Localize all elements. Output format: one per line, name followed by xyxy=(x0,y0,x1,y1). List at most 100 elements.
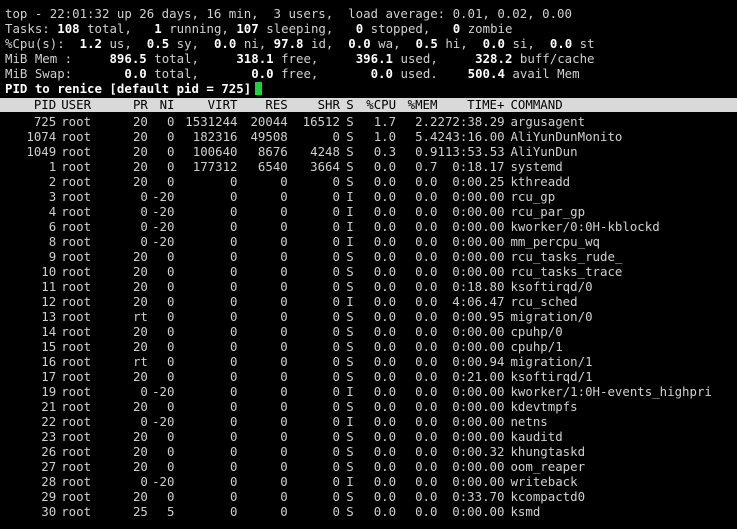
process-command: systemd xyxy=(510,159,563,174)
process-pid: 9 xyxy=(48,249,57,264)
tasks-total-label: total, xyxy=(87,21,132,36)
process-table-header: PID USER PR NI VIRT RES SHR S %CPU %MEM … xyxy=(0,98,737,112)
col-virt[interactable]: VIRT xyxy=(174,98,238,112)
mem-free: 318.1 xyxy=(236,51,274,66)
col-state[interactable]: S xyxy=(340,98,353,112)
col-cpu[interactable]: %CPU xyxy=(354,98,396,112)
process-row[interactable]: 1049 root 20 0 100640 8676 4248 S 0.3 0.9 113:53.5… xyxy=(5,144,737,159)
process-row[interactable]: 725 root 20 0 1531244 20044 16512 S 1.7 2.2 272:38… xyxy=(5,114,737,129)
process-cpu: 0.0 xyxy=(373,174,397,189)
process-pid: 1074 xyxy=(26,129,57,144)
process-row[interactable]: 4 root 0 -20 0 0 0 I 0.0 0.0 0:00.00 rcu_par_gp xyxy=(5,204,737,219)
process-shr: 0 xyxy=(332,189,340,204)
process-user: root xyxy=(61,504,92,519)
process-shr: 0 xyxy=(332,504,340,519)
process-time: 0:00.00 xyxy=(452,204,505,219)
process-row[interactable]: 12 root 20 0 0 0 0 I 0.0 0.0 4:06.47 rcu_sched xyxy=(5,294,737,309)
process-pid: 27 xyxy=(41,459,57,474)
process-row[interactable]: 8 root 0 -20 0 0 0 I 0.0 0.0 0:00.00 mm_percpu_wq xyxy=(5,234,737,249)
process-row[interactable]: 17 root 20 0 0 0 0 S 0.0 0.0 0:21.00 ksoftirqd/1 xyxy=(5,369,737,384)
col-shr[interactable]: SHR xyxy=(288,98,340,112)
process-ni: 0 xyxy=(167,264,175,279)
process-row[interactable]: 30 root 25 5 0 0 0 S 0.0 0.0 0:00.00 ksmd xyxy=(5,504,737,519)
swap-avail: 500.4 xyxy=(467,66,505,81)
process-row[interactable]: 10 root 20 0 0 0 0 S 0.0 0.0 0:00.00 rcu_tasks_trac… xyxy=(5,264,737,279)
process-virt: 1531244 xyxy=(185,114,238,129)
mem-used-label: used, xyxy=(400,51,438,66)
process-row[interactable]: 1 root 20 0 177312 6540 3664 S 0.0 0.7 0:18.17 syst… xyxy=(5,159,737,174)
col-mem[interactable]: %MEM xyxy=(396,98,438,112)
process-mem: 0.0 xyxy=(415,294,438,309)
process-mem: 0.0 xyxy=(415,249,438,264)
process-s: S xyxy=(346,129,354,144)
process-user: root xyxy=(61,414,92,429)
renice-prompt[interactable]: PID to renice [default pid = 725] xyxy=(5,81,737,96)
cpu-label: %Cpu(s): xyxy=(5,36,65,51)
terminal-cursor[interactable] xyxy=(255,82,263,95)
process-row[interactable]: 22 root 0 -20 0 0 0 I 0.0 0.0 0:00.00 netns xyxy=(5,414,737,429)
process-shr: 0 xyxy=(332,174,340,189)
process-row[interactable]: 9 root 20 0 0 0 0 S 0.0 0.0 0:00.00 rcu_tasks_rude_ xyxy=(5,249,737,264)
process-row[interactable]: 28 root 0 -20 0 0 0 I 0.0 0.0 0:00.00 writeback xyxy=(5,474,737,489)
process-row[interactable]: 26 root 20 0 0 0 0 S 0.0 0.0 0:00.32 khungtaskd xyxy=(5,444,737,459)
process-cpu: 0.0 xyxy=(373,264,397,279)
process-res: 0 xyxy=(280,189,288,204)
process-ni: 0 xyxy=(167,309,175,324)
process-mem: 2.2 xyxy=(415,114,438,129)
process-ni: 0 xyxy=(167,459,175,474)
col-ni[interactable]: NI xyxy=(148,98,175,112)
process-row[interactable]: 14 root 20 0 0 0 0 S 0.0 0.0 0:00.00 cpuhp/0 xyxy=(5,324,737,339)
col-command[interactable]: COMMAND xyxy=(504,98,737,112)
process-cpu: 0.3 xyxy=(373,144,397,159)
process-time: 0:00.25 xyxy=(452,174,505,189)
process-res: 0 xyxy=(280,264,288,279)
process-shr: 0 xyxy=(332,459,340,474)
col-res[interactable]: RES xyxy=(238,98,287,112)
process-user: root xyxy=(61,264,92,279)
mem-used: 396.1 xyxy=(355,51,394,66)
process-row[interactable]: 19 root 0 -20 0 0 0 I 0.0 0.0 0:00.00 kworker/1:0H-… xyxy=(5,384,737,399)
process-user: root xyxy=(61,339,92,354)
process-pr: 20 xyxy=(132,339,148,354)
process-mem: 0.0 xyxy=(415,174,438,189)
process-shr: 0 xyxy=(332,414,340,429)
process-row[interactable]: 23 root 20 0 0 0 0 S 0.0 0.0 0:00.00 kauditd xyxy=(5,429,737,444)
process-time: 243:16.00 xyxy=(437,129,505,144)
process-row[interactable]: 1074 root 20 0 182316 49508 0 S 1.0 5.4 243:16.00 A… xyxy=(5,129,737,144)
cpu-id: 97.8 xyxy=(273,36,304,51)
terminal-window[interactable]: top - 22:01:32 up 26 days, 16 min, 3 use… xyxy=(0,0,737,529)
process-cpu: 0.0 xyxy=(373,279,397,294)
process-row[interactable]: 29 root 20 0 0 0 0 S 0.0 0.0 0:33.70 kcompactd0 xyxy=(5,489,737,504)
process-time: 0:00.00 xyxy=(452,189,505,204)
process-user: root xyxy=(61,489,92,504)
process-row[interactable]: 27 root 20 0 0 0 0 S 0.0 0.0 0:00.00 oom_reaper xyxy=(5,459,737,474)
process-row[interactable]: 6 root 0 -20 0 0 0 I 0.0 0.0 0:00.00 kworker/0:0H-k… xyxy=(5,219,737,234)
process-row[interactable]: 13 root rt 0 0 0 0 S 0.0 0.0 0:00.95 migration/0 xyxy=(5,309,737,324)
col-time[interactable]: TIME+ xyxy=(437,98,504,112)
process-time: 0:21.00 xyxy=(452,369,505,384)
process-shr: 0 xyxy=(332,339,340,354)
process-pr: 20 xyxy=(132,114,148,129)
process-mem: 0.0 xyxy=(415,189,438,204)
process-row[interactable]: 3 root 0 -20 0 0 0 I 0.0 0.0 0:00.00 rcu_gp xyxy=(5,189,737,204)
process-row[interactable]: 15 root 20 0 0 0 0 S 0.0 0.0 0:00.00 cpuhp/1 xyxy=(5,339,737,354)
tasks-label: Tasks: xyxy=(5,21,50,36)
process-mem: 0.0 xyxy=(415,234,438,249)
cpu-hi-label: hi, xyxy=(445,36,468,51)
process-row[interactable]: 11 root 20 0 0 0 0 S 0.0 0.0 0:18.80 ksoftirqd/0 xyxy=(5,279,737,294)
process-virt: 0 xyxy=(230,474,238,489)
swap-line: MiB Swap: 0.0 total, 0.0 free, 0.0 used.… xyxy=(5,66,737,81)
process-pr: 0 xyxy=(140,219,148,234)
process-row[interactable]: 16 root rt 0 0 0 0 S 0.0 0.0 0:00.94 migration/1 xyxy=(5,354,737,369)
process-row[interactable]: 21 root 20 0 0 0 0 S 0.0 0.0 0:00.00 kdevtmpfs xyxy=(5,399,737,414)
process-command: cpuhp/1 xyxy=(510,339,563,354)
process-mem: 0.0 xyxy=(415,384,438,399)
col-pr[interactable]: PR xyxy=(121,98,148,112)
process-command: AliYunDun xyxy=(510,144,578,159)
process-cpu: 0.0 xyxy=(373,399,397,414)
process-time: 272:38.29 xyxy=(437,114,505,129)
process-row[interactable]: 2 root 20 0 0 0 0 S 0.0 0.0 0:00.25 kthreadd xyxy=(5,174,737,189)
col-pid[interactable]: PID xyxy=(5,98,56,112)
process-user: root xyxy=(61,204,92,219)
col-user[interactable]: USER xyxy=(56,98,121,112)
